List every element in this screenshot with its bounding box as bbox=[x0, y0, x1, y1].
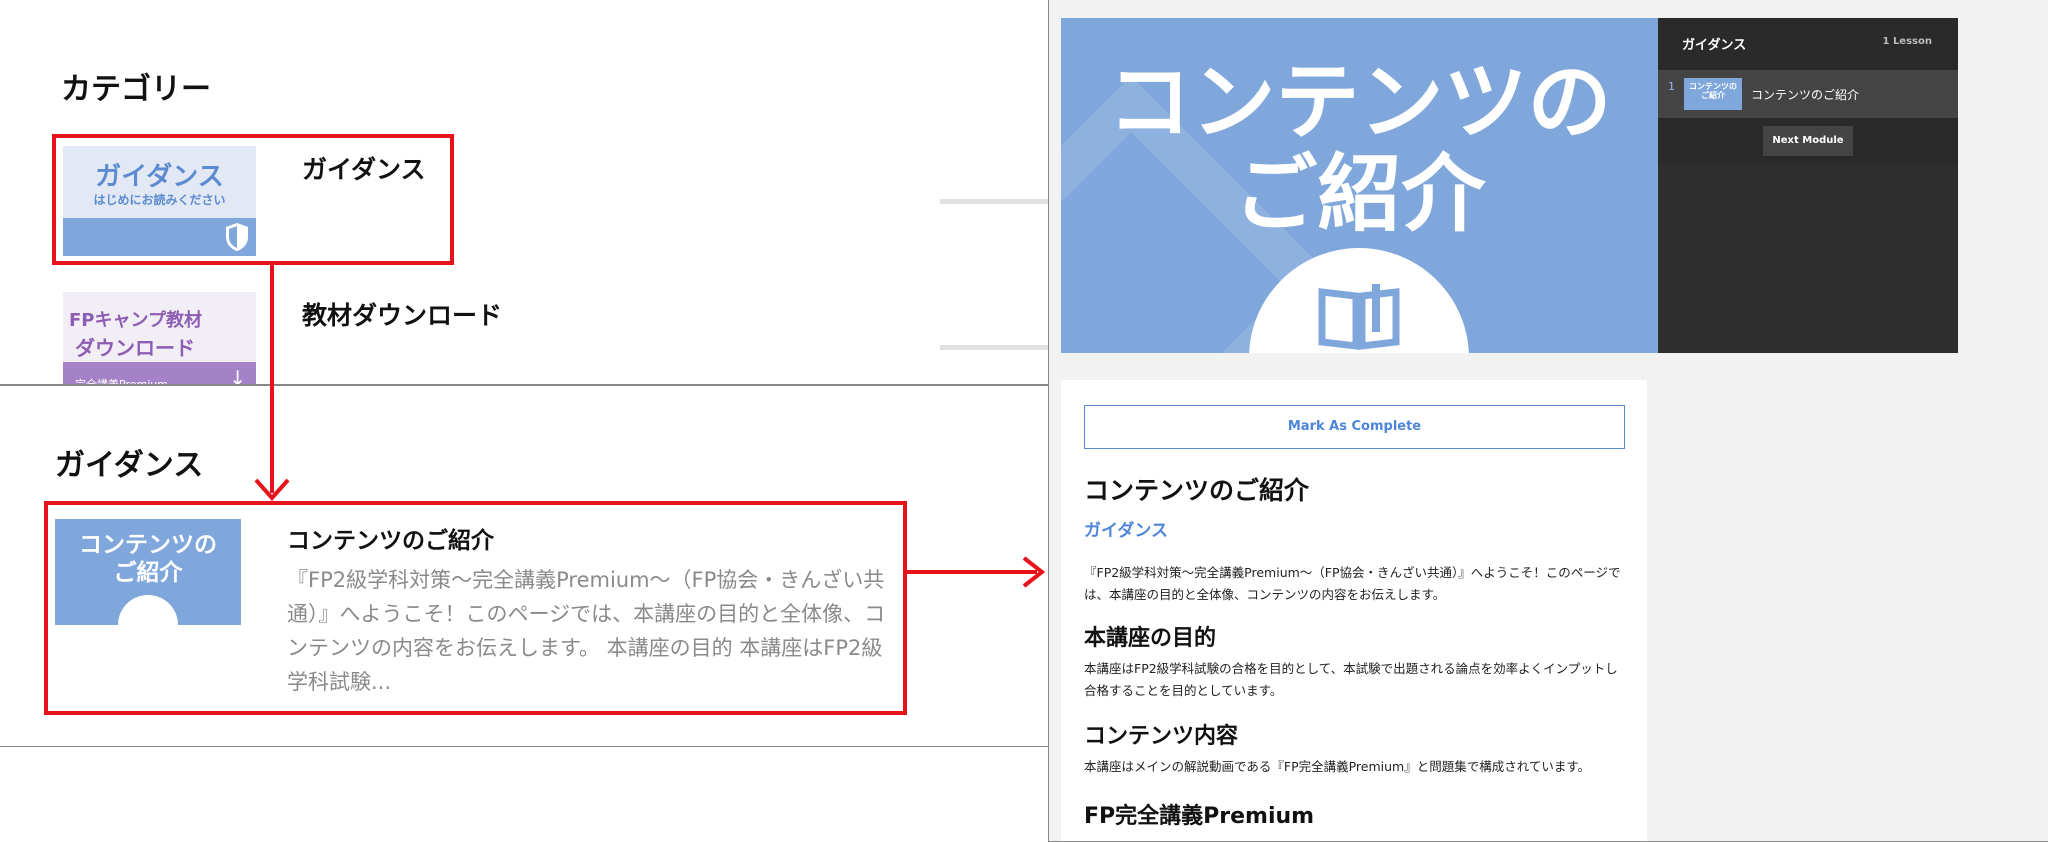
lesson-hero-image: コンテンツの ご紹介 bbox=[1061, 18, 1658, 353]
lesson-content: Mark As Complete コンテンツのご紹介 ガイダンス 『FP2級学科… bbox=[1061, 380, 1647, 841]
category-name-download[interactable]: 教材ダウンロード bbox=[302, 296, 502, 332]
intro-paragraph: 『FP2級学科対策〜完全講義Premium〜（FP協会・きんざい共通）』へようこ… bbox=[1084, 565, 1621, 602]
connector-arrow-right bbox=[907, 570, 1037, 574]
mark-as-complete-button[interactable]: Mark As Complete bbox=[1084, 405, 1625, 449]
category-heading: カテゴリー bbox=[61, 72, 211, 107]
open-book-icon bbox=[1318, 284, 1400, 350]
highlight-lesson-card bbox=[44, 501, 907, 715]
hero-title: コンテンツの ご紹介 bbox=[1107, 53, 1612, 243]
section-heading-premium: FP完全講義Premium bbox=[1084, 804, 1315, 829]
connector-arrow-down bbox=[270, 265, 274, 493]
arrow-head-down-icon bbox=[254, 478, 290, 502]
sidebar-lesson-thumb: コンテンツの ご紹介 bbox=[1684, 78, 1742, 110]
category-link[interactable]: ガイダンス bbox=[1084, 516, 1168, 541]
lesson-page-panel: コンテンツの ご紹介 ガイダンス 1 Lesson 1 コンテンツの ご紹介 コンテ… bbox=[1048, 0, 2048, 842]
next-module-button[interactable]: Next Module bbox=[1763, 126, 1853, 156]
lesson-heading: コンテンツのご紹介 bbox=[1084, 476, 1310, 505]
module-heading: ガイダンス bbox=[55, 448, 204, 483]
arrow-head-right-icon bbox=[1022, 556, 1046, 588]
section-heading-contents: コンテンツ内容 bbox=[1084, 724, 1239, 749]
sidebar-lesson-count: 1 Lesson bbox=[1882, 36, 1933, 47]
download-arrow-icon: ↓ bbox=[229, 366, 246, 385]
sidebar-lesson-label: コンテンツのご紹介 bbox=[1751, 88, 1860, 102]
thumb-line2: ダウンロード bbox=[75, 336, 195, 360]
sidebar-module-title: ガイダンス bbox=[1682, 38, 1747, 53]
thumb-line3: 完全講義Premium bbox=[75, 378, 168, 385]
sidebar-footer bbox=[1658, 164, 1958, 353]
highlight-guidance-category bbox=[52, 134, 454, 265]
thumb-line1: FPキャンプ教材 bbox=[69, 310, 202, 331]
divider-line bbox=[940, 345, 1049, 350]
divider-line bbox=[940, 199, 1049, 204]
lesson-number: 1 bbox=[1668, 80, 1675, 93]
sidebar-lesson-item[interactable]: 1 コンテンツの ご紹介 コンテンツのご紹介 bbox=[1658, 70, 1958, 118]
section-heading-purpose: 本講座の目的 bbox=[1084, 626, 1217, 651]
section-body-contents: 本講座はメインの解説動画である『FP完全講義Premium』と問題集で構成されて… bbox=[1084, 759, 1591, 774]
download-category-thumbnail[interactable]: FPキャンプ教材 ダウンロード 完全講義Premium ↓ bbox=[63, 292, 256, 385]
lesson-sidebar: ガイダンス 1 Lesson 1 コンテンツの ご紹介 コンテンツのご紹介 Nex… bbox=[1658, 18, 1958, 353]
section-body-purpose: 本講座はFP2級学科試験の合格を目的として、本試験で出題される論点を効率よくイン… bbox=[1084, 661, 1618, 698]
